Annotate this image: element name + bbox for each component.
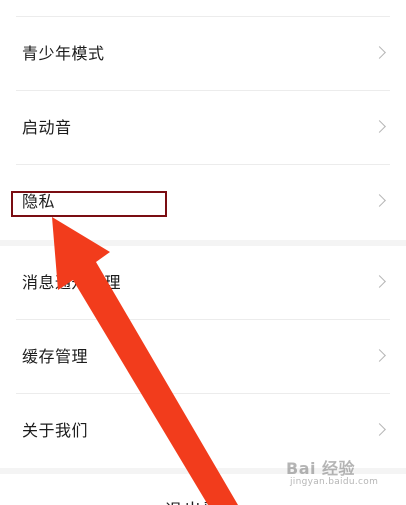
settings-item-notifications[interactable]: 消息通知管理 xyxy=(0,246,406,320)
settings-item-cache[interactable]: 缓存管理 xyxy=(0,320,406,394)
settings-item-label: 消息通知管理 xyxy=(22,273,122,292)
chevron-right-icon xyxy=(373,120,386,133)
logout-label: 退出登录 xyxy=(0,496,406,505)
chevron-right-icon xyxy=(373,275,386,288)
settings-item-label: 关于我们 xyxy=(22,421,89,440)
watermark-logo: Bai 经验 xyxy=(286,459,356,478)
watermark-url: jingyan.baidu.com xyxy=(290,477,379,487)
settings-group-bottom: 消息通知管理 缓存管理 关于我们 xyxy=(0,246,406,468)
chevron-right-icon xyxy=(373,46,386,59)
settings-item-label: 缓存管理 xyxy=(22,347,89,366)
settings-item-label: 启动音 xyxy=(22,118,72,137)
chevron-right-icon xyxy=(373,194,386,207)
settings-item-startup-sound[interactable]: 启动音 xyxy=(0,91,406,165)
baidu-watermark: Bai 经验 jingyan.baidu.com xyxy=(282,455,392,497)
settings-item-teen-mode[interactable]: 青少年模式 xyxy=(0,17,406,91)
chevron-right-icon xyxy=(373,349,386,362)
chevron-right-icon xyxy=(373,423,386,436)
settings-item-label: 青少年模式 xyxy=(22,44,105,63)
highlight-box xyxy=(11,191,167,217)
settings-screen: 青少年模式 启动音 隐私 消息通知管理 缓存管理 关于我们 Bai 经验 jin… xyxy=(0,0,406,505)
